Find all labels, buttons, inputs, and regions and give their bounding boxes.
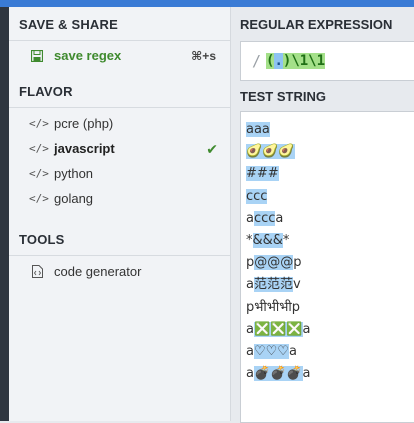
sidebar: SAVE & SHARE save regex ⌘+s FLAVOR </> p… <box>9 7 231 421</box>
match-highlight: ❎❎❎ <box>253 321 303 337</box>
match-highlight: aaa <box>246 122 270 137</box>
tools-heading: TOOLS <box>19 232 65 247</box>
regex-dot-token: . <box>274 53 283 69</box>
test-string-line: ccc <box>246 186 311 208</box>
match-highlight: ♡♡♡ <box>253 343 289 359</box>
match-highlight: @@@ <box>254 255 294 271</box>
checkmark-icon: ✔ <box>206 141 218 157</box>
regex-backreference: \1\1 <box>291 53 326 69</box>
match-highlight: &&& <box>252 232 283 248</box>
divider <box>9 255 230 256</box>
test-string-line: accca <box>246 210 284 226</box>
test-string-line: a💣💣💣a <box>246 366 311 382</box>
save-share-heading: SAVE & SHARE <box>19 17 118 32</box>
regex-delimiter: / <box>252 52 262 70</box>
code-generator-label: code generator <box>54 264 142 279</box>
test-string-line: 🥑🥑🥑 <box>246 141 311 163</box>
left-edge-strip <box>0 7 9 421</box>
save-regex-button[interactable]: save regex ⌘+s <box>19 45 224 67</box>
test-string-line: p@@@p <box>246 255 302 271</box>
main-panel: REGULAR EXPRESSION / (.)\1\1 TEST STRING… <box>231 7 414 423</box>
flavor-label: javascript <box>54 141 115 156</box>
test-string-line: *&&&* <box>246 232 290 248</box>
flavor-item-python[interactable]: </> python <box>19 163 224 185</box>
top-accent-bar <box>0 0 414 7</box>
match-highlight: 范范范 <box>253 277 293 293</box>
match-highlight: ccc <box>253 210 276 226</box>
flavor-label: golang <box>54 191 94 206</box>
flavor-item-javascript[interactable]: </> javascript ✔ <box>19 138 224 160</box>
test-string-lines: aaa 🥑🥑🥑 ### ccc accca *&&&* p@@@p a范范范v pभीभीभीp… <box>246 119 311 385</box>
code-file-icon <box>29 261 45 283</box>
regex-heading: REGULAR EXPRESSION <box>240 17 393 32</box>
match-highlight: ccc <box>246 188 268 204</box>
flavor-item-pcre[interactable]: </> pcre (php) <box>19 113 224 135</box>
flavor-item-golang[interactable]: </> golang <box>19 188 224 210</box>
code-icon: </> <box>29 117 49 130</box>
test-string-line: a范范范v <box>246 277 301 293</box>
code-icon: </> <box>29 192 49 205</box>
flavor-label: python <box>54 166 94 181</box>
test-string-heading: TEST STRING <box>240 89 326 104</box>
save-regex-label: save regex <box>54 48 122 63</box>
test-string-line: ### <box>246 163 311 185</box>
match-highlight: 💣💣💣 <box>253 366 303 382</box>
test-string-line: a♡♡♡a <box>246 343 297 359</box>
test-string-line: a❎❎❎a <box>246 321 311 337</box>
test-string-line: aaa <box>246 119 311 141</box>
divider <box>9 40 230 41</box>
code-icon: </> <box>29 142 49 155</box>
code-generator-button[interactable]: code generator <box>19 261 224 283</box>
regex-expression: (.)\1\1 <box>266 50 326 72</box>
test-string-line: pभीभीभीp <box>246 299 301 315</box>
save-shortcut: ⌘+s <box>191 49 216 63</box>
flavor-label: pcre (php) <box>54 116 114 131</box>
regex-input[interactable]: / (.)\1\1 <box>240 41 414 81</box>
divider <box>9 107 230 108</box>
flavor-heading: FLAVOR <box>19 84 73 99</box>
match-highlight: ### <box>246 166 279 182</box>
save-icon <box>29 45 45 67</box>
test-string-input[interactable]: aaa 🥑🥑🥑 ### ccc accca *&&&* p@@@p a范范范v pभीभीभीp… <box>240 111 414 423</box>
match-highlight: 🥑🥑🥑 <box>246 144 295 160</box>
code-icon: </> <box>29 167 49 180</box>
